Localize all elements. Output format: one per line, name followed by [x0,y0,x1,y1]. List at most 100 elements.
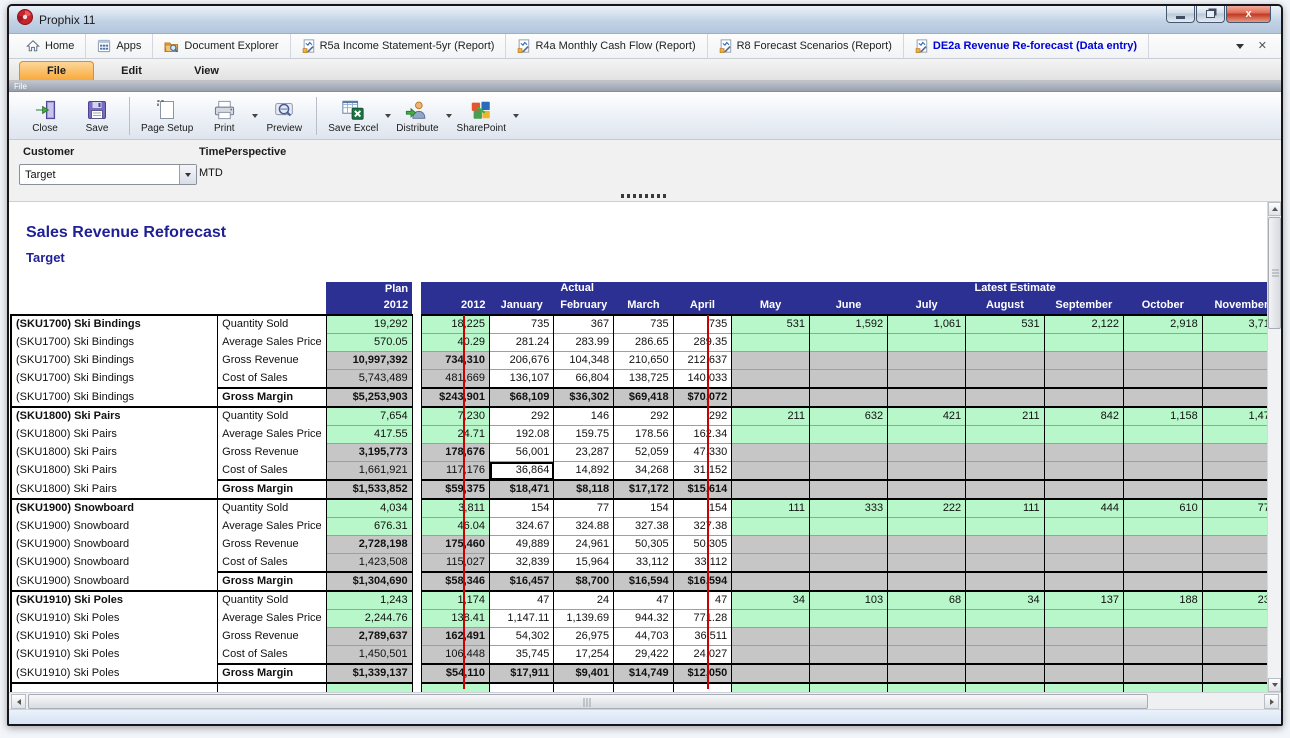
cell[interactable] [888,370,966,389]
cell[interactable] [1124,628,1203,646]
cell[interactable]: 115,027 [421,554,489,573]
preview-button[interactable]: Preview [258,96,310,136]
cell[interactable]: 138,725 [614,370,674,389]
cell[interactable]: 286.65 [614,334,674,352]
cell[interactable]: 281.24 [490,334,554,352]
cell[interactable] [809,572,887,591]
cell[interactable] [888,610,966,628]
cell[interactable]: 283.99 [554,334,614,352]
cell[interactable]: 47 [614,591,674,610]
save-excel-button[interactable]: Save Excel [323,96,383,136]
tab-overflow-chevron-down-icon[interactable] [1236,44,1244,49]
cell-plan[interactable]: 7,654 [326,407,412,426]
cell[interactable] [490,683,554,692]
cell-plan[interactable]: 2,789,637 [326,628,412,646]
cell[interactable]: 68 [888,591,966,610]
cell[interactable] [732,462,810,481]
cell[interactable]: $15,614 [673,480,732,499]
cell[interactable] [1044,480,1123,499]
cell[interactable]: 18,225 [421,315,489,334]
horizontal-scrollbar[interactable] [9,692,1281,710]
cell-plan[interactable]: $5,253,903 [326,388,412,407]
cell[interactable] [1124,664,1203,683]
cell[interactable] [888,444,966,462]
cell[interactable] [1124,518,1203,536]
cell[interactable]: 367 [554,315,614,334]
cell[interactable]: 36,511 [673,628,732,646]
cell[interactable]: 111 [966,499,1045,518]
cell[interactable]: 735 [490,315,554,334]
cell[interactable] [809,536,887,554]
cell[interactable]: 50,305 [673,536,732,554]
cell[interactable]: 106,448 [421,646,489,665]
scroll-up-button[interactable] [1268,202,1281,216]
cell[interactable] [732,554,810,573]
cell[interactable] [809,352,887,370]
cell-plan[interactable]: $1,533,852 [326,480,412,499]
cell[interactable]: 632 [809,407,887,426]
cell[interactable]: 14,892 [554,462,614,481]
cell[interactable] [966,370,1045,389]
cell[interactable] [966,426,1045,444]
cell[interactable]: 175,460 [421,536,489,554]
minimize-button[interactable] [1166,5,1195,23]
cell[interactable] [888,536,966,554]
cell[interactable]: 44,703 [614,628,674,646]
cell[interactable]: 154 [614,499,674,518]
cell-plan[interactable]: 19,292 [326,315,412,334]
cell[interactable] [732,388,810,407]
cell[interactable]: 137 [1044,591,1123,610]
cell[interactable]: 327.38 [614,518,674,536]
cell[interactable] [554,683,614,692]
cell[interactable]: 31,152 [673,462,732,481]
cell[interactable]: 117,176 [421,462,489,481]
cell[interactable]: 103 [809,591,887,610]
cell[interactable]: $17,911 [490,664,554,683]
cell[interactable] [1044,518,1123,536]
cell[interactable] [888,352,966,370]
cell[interactable]: $8,700 [554,572,614,591]
titlebar[interactable]: Prophix 11 x [9,6,1281,34]
cell[interactable]: 324.67 [490,518,554,536]
cell[interactable] [1044,388,1123,407]
cell[interactable] [888,426,966,444]
cell[interactable]: 944.32 [614,610,674,628]
cell[interactable]: 34,268 [614,462,674,481]
cell[interactable] [809,610,887,628]
cell[interactable] [809,664,887,683]
cell[interactable] [888,683,966,692]
cell[interactable] [1124,370,1203,389]
cell[interactable]: $70,072 [673,388,732,407]
cell[interactable]: 210,650 [614,352,674,370]
cell[interactable] [888,628,966,646]
cell[interactable] [1124,554,1203,573]
cell[interactable] [966,334,1045,352]
cell[interactable] [809,628,887,646]
cell[interactable] [966,388,1045,407]
cell[interactable]: 1,158 [1124,407,1203,426]
cell[interactable] [673,683,732,692]
cell[interactable] [732,426,810,444]
cell[interactable]: 292 [673,407,732,426]
cell[interactable]: 24,961 [554,536,614,554]
cell[interactable]: 34 [732,591,810,610]
print-button[interactable]: Print [198,96,250,136]
cell[interactable] [1124,480,1203,499]
scroll-down-button[interactable] [1268,678,1281,692]
cell[interactable]: 3,811 [421,499,489,518]
cell[interactable]: 2,918 [1124,315,1203,334]
cell[interactable]: 140,033 [673,370,732,389]
cell[interactable] [888,462,966,481]
menu-tab-view[interactable]: View [169,62,244,80]
vertical-scrollbar[interactable] [1267,202,1281,692]
cell[interactable] [966,572,1045,591]
cell[interactable]: 327.38 [673,518,732,536]
cell[interactable]: 292 [490,407,554,426]
cell[interactable]: $54,110 [421,664,489,683]
cell[interactable] [732,628,810,646]
cell[interactable]: $69,418 [614,388,674,407]
cell[interactable]: 24.71 [421,426,489,444]
cell[interactable] [809,480,887,499]
distribute-button[interactable]: Distribute [391,96,443,136]
cell[interactable] [732,683,810,692]
